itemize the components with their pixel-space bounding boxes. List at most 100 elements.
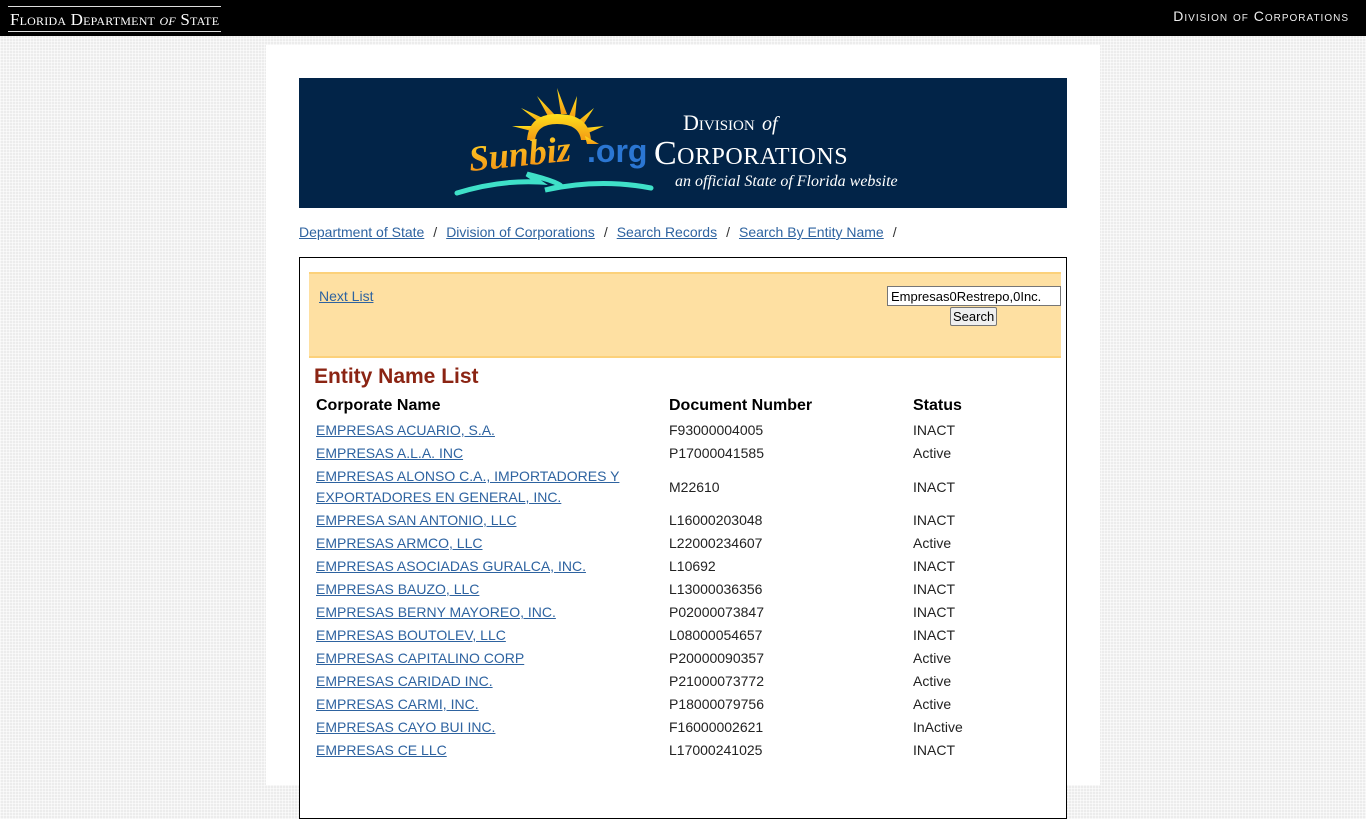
corporate-name-cell: EMPRESAS CARIDAD INC. xyxy=(314,670,667,693)
search-button[interactable]: Search xyxy=(950,307,998,326)
corporate-name-link[interactable]: EMPRESAS ARMCO, LLC xyxy=(316,535,483,551)
document-number-cell: M22610 xyxy=(669,478,720,495)
table-row: EMPRESAS CARMI, INC. P18000079756 Active xyxy=(314,693,965,716)
logo-text-part1: Florida Department xyxy=(10,10,156,29)
corporate-name-cell: EMPRESAS ACUARIO, S.A. xyxy=(314,419,667,442)
status-cell: INACT xyxy=(913,604,955,620)
corporate-name-link[interactable]: EMPRESAS CARIDAD INC. xyxy=(316,673,493,689)
tagline: an official State of Florida website xyxy=(675,173,898,190)
table-row: EMPRESAS ASOCIADAS GURALCA, INC. L10692 IN… xyxy=(314,555,965,578)
table-row: EMPRESAS ARMCO, LLC L22000234607 Active xyxy=(314,532,965,555)
next-list-link[interactable]: Next List xyxy=(319,288,373,304)
status-cell: Active xyxy=(913,696,952,712)
document-number-cell: P17000041585 xyxy=(669,445,764,461)
corporate-name-link[interactable]: EMPRESAS CAPITALINO CORP xyxy=(316,650,524,666)
table-row: EMPRESAS BERNY MAYOREO, INC. P02000073847… xyxy=(314,601,965,624)
breadcrumb-search-records[interactable]: Search Records xyxy=(617,224,717,240)
entity-name-list-title: Entity Name List xyxy=(314,365,479,388)
status-cell: InActive xyxy=(913,719,963,735)
corporate-name-link[interactable]: EMPRESAS CAYO BUI INC. xyxy=(316,719,495,735)
logo-text-of: of xyxy=(159,10,176,29)
table-row: EMPRESAS CARIDAD INC. P21000073772 Active xyxy=(314,670,965,693)
corporate-name-link[interactable]: EMPRESAS ACUARIO, S.A. xyxy=(316,422,495,438)
status-cell: INACT xyxy=(913,512,955,528)
breadcrumb-separator: / xyxy=(433,224,438,240)
entity-name-search-input[interactable] xyxy=(887,286,1061,306)
document-number-cell: L16000203048 xyxy=(669,512,763,528)
breadcrumb-division-of-corporations[interactable]: Division of Corporations xyxy=(446,224,595,240)
document-number-cell: P18000079756 xyxy=(669,696,764,712)
table-row: EMPRESA SAN ANTONIO, LLC L16000203048 INAC… xyxy=(314,509,965,532)
column-header-corporate-name: Corporate Name xyxy=(316,397,441,414)
corporate-name-cell: EMPRESAS ALONSO C.A., IMPORTADORES Y EXP… xyxy=(314,465,667,509)
corporate-name-link[interactable]: EMPRESAS BOUTOLEV, LLC xyxy=(316,627,506,643)
corporate-name-link[interactable]: EMPRESAS BAUZO, LLC xyxy=(316,581,479,597)
document-number-cell: F93000004005 xyxy=(669,422,764,438)
logo-text-part2: State xyxy=(180,10,220,29)
corporate-name-link[interactable]: EMPRESA SAN ANTONIO, LLC xyxy=(316,512,516,528)
sunbiz-logo-graphic: Sunbiz .org Division of Corporations an … xyxy=(454,88,898,196)
status-cell: INACT xyxy=(913,581,955,597)
document-number-cell: L10692 xyxy=(669,558,716,574)
corporate-name-link[interactable]: EMPRESAS A.L.A. INC xyxy=(316,445,463,461)
table-row: EMPRESAS ACUARIO, S.A. F93000004005 INACT xyxy=(314,419,965,442)
table-row: EMPRESAS BOUTOLEV, LLC L08000054657 INACT xyxy=(314,624,965,647)
status-cell: INACT xyxy=(913,742,955,758)
corporate-name-link[interactable]: EMPRESAS CE LLC xyxy=(316,742,447,758)
table-row: EMPRESAS A.L.A. INC P17000041585 Active xyxy=(314,442,965,465)
corporate-name-link[interactable]: EMPRESAS BERNY MAYOREO, INC. xyxy=(316,604,556,620)
document-number-cell: L13000036356 xyxy=(669,581,763,597)
corporate-name-link[interactable]: EMPRESAS CARMI, INC. xyxy=(316,696,479,712)
page-container: Sunbiz .org Division of Corporations an … xyxy=(266,45,1100,819)
table-row: EMPRESAS CAPITALINO CORP P20000090357 Acti… xyxy=(314,647,965,670)
table-row: EMPRESAS CE LLC L17000241025 INACT xyxy=(314,739,965,762)
corporate-name-cell: EMPRESAS CAPITALINO CORP xyxy=(314,647,667,670)
status-cell: Active xyxy=(913,445,952,461)
corporate-name-cell: EMPRESAS ARMCO, LLC xyxy=(314,532,667,555)
table-row: EMPRESAS CAYO BUI INC. F16000002621 InActi… xyxy=(314,716,965,739)
breadcrumb-separator: / xyxy=(726,224,730,240)
division-of-label: of xyxy=(762,113,780,135)
breadcrumb-separator: / xyxy=(603,224,608,240)
breadcrumb-search-by-entity-name[interactable]: Search By Entity Name xyxy=(739,224,884,240)
corporate-name-cell: EMPRESA SAN ANTONIO, LLC xyxy=(314,509,667,532)
corporate-name-cell: EMPRESAS CAYO BUI INC. xyxy=(314,716,667,739)
corporate-name-cell: EMPRESAS A.L.A. INC xyxy=(314,442,667,465)
sunbiz-banner[interactable]: Sunbiz .org Division of Corporations an … xyxy=(299,78,1067,208)
status-cell: Active xyxy=(913,673,952,689)
status-cell: INACT xyxy=(913,478,955,495)
search-navigation-bar: Next List Search xyxy=(309,272,1061,358)
corporate-name-cell: EMPRESAS BAUZO, LLC xyxy=(314,578,667,601)
column-header-status: Status xyxy=(913,397,962,414)
corporate-name-cell: EMPRESAS BOUTOLEV, LLC xyxy=(314,624,667,647)
corporate-name-link[interactable]: EMPRESAS ALONSO C.A., IMPORTADORES Y EXP… xyxy=(316,468,619,505)
document-number-cell: L17000241025 xyxy=(669,742,763,758)
status-cell: INACT xyxy=(913,627,955,643)
status-cell: Active xyxy=(913,650,952,666)
document-number-cell: L08000054657 xyxy=(669,627,763,643)
document-number-cell: P21000073772 xyxy=(669,673,764,689)
column-header-document-number: Document Number xyxy=(669,397,813,414)
status-cell: Active xyxy=(913,535,952,551)
breadcrumb-department-of-state[interactable]: Department of State xyxy=(299,224,424,240)
corporate-name-link[interactable]: EMPRESAS ASOCIADAS GURALCA, INC. xyxy=(316,558,586,574)
corporate-name-cell: EMPRESAS ASOCIADAS GURALCA, INC. xyxy=(314,555,667,578)
corporations-label: Corporations xyxy=(654,135,848,172)
sunbiz-text: Sunbiz xyxy=(467,129,573,179)
document-number-cell: F16000002621 xyxy=(669,719,764,735)
table-row: EMPRESAS ALONSO C.A., IMPORTADORES Y EXP… xyxy=(314,465,965,509)
search-results-panel: Next List Search Entity Name List Corpor… xyxy=(299,257,1067,819)
breadcrumb: Department of State / Division of Corporat… xyxy=(299,224,906,240)
corporate-name-cell: EMPRESAS CARMI, INC. xyxy=(314,693,667,716)
table-header-row: Corporate Name Document Number Status xyxy=(314,394,965,419)
florida-department-of-state-logo[interactable]: Florida Department of State xyxy=(8,6,222,32)
document-number-cell: P20000090357 xyxy=(669,650,764,666)
document-number-cell: P02000073847 xyxy=(669,604,764,620)
status-cell: INACT xyxy=(913,422,955,438)
breadcrumb-separator: / xyxy=(892,224,897,240)
sunbiz-org-text: .org xyxy=(587,133,647,169)
division-title: Division of Corporations xyxy=(1173,8,1349,24)
division-label: Division xyxy=(683,110,755,135)
corporate-name-cell: EMPRESAS BERNY MAYOREO, INC. xyxy=(314,601,667,624)
corporate-name-cell: EMPRESAS CE LLC xyxy=(314,739,667,762)
